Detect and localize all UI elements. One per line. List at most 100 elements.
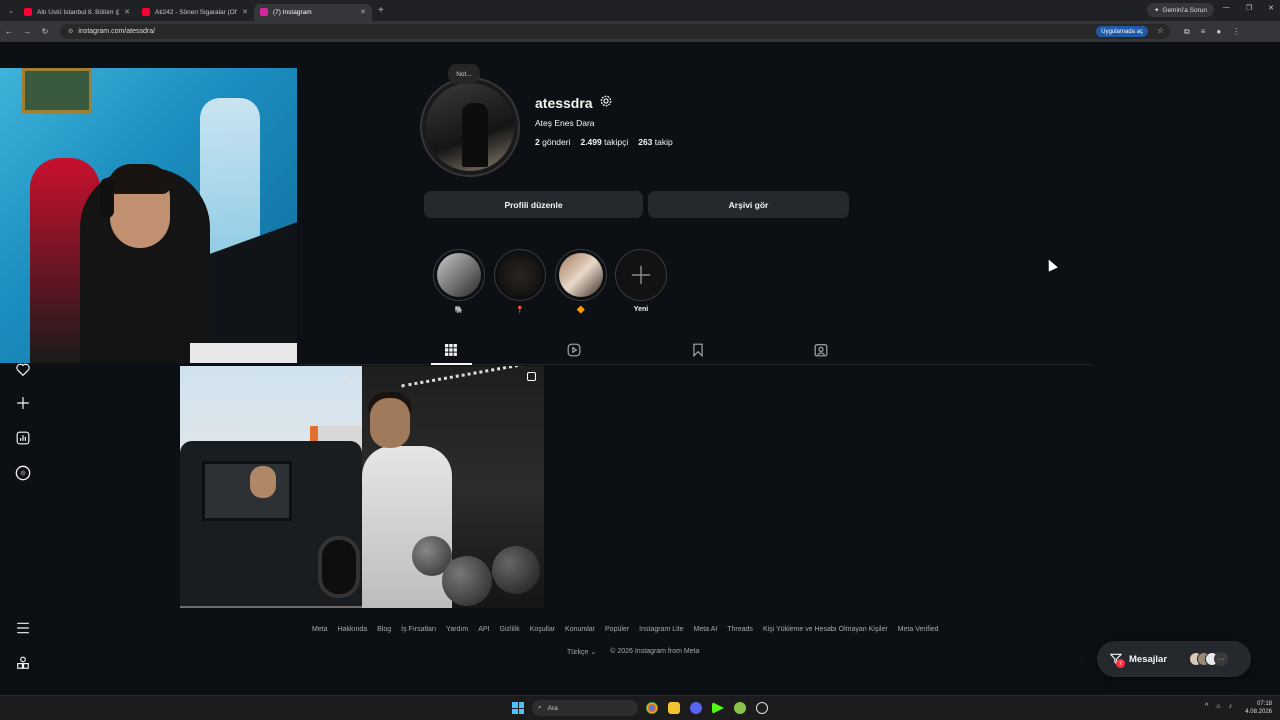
tab-search-icon[interactable]: ⌄ (4, 7, 18, 15)
profile-icon[interactable]: ● (1216, 27, 1221, 37)
system-tray: ^ ⌂ ♪ (1205, 703, 1232, 710)
tabs-divider (300, 364, 1092, 365)
reload-icon[interactable]: ↻ (36, 27, 54, 36)
post-string-lights (401, 366, 544, 405)
taskbar-clock[interactable]: 07:18 4.08.2026 (1245, 700, 1272, 716)
footer-link[interactable]: Instagram Lite (639, 626, 683, 633)
sidebar-icon[interactable]: ≡ (1201, 27, 1206, 37)
highlight-cover (559, 253, 603, 297)
tab-reels[interactable] (564, 340, 584, 360)
footer-link[interactable]: Meta Verified (898, 626, 939, 633)
app-icon[interactable] (734, 702, 746, 714)
volume-icon[interactable]: ♪ (1229, 703, 1233, 710)
story-highlight-2[interactable]: 📍 (494, 249, 546, 314)
window-controls: — ❐ ✕ (1223, 4, 1274, 12)
language-select[interactable]: Türkçe ⌄ (567, 648, 596, 656)
network-icon[interactable]: ⌂ (1216, 703, 1220, 710)
following-stat[interactable]: 263 takip (638, 137, 673, 147)
highlight-ring (615, 249, 667, 301)
story-highlight-3[interactable]: 🔶 (555, 249, 607, 314)
footer-link[interactable]: Hakkında (338, 626, 368, 633)
back-icon[interactable]: ← (0, 27, 18, 36)
profile-avatar-icon[interactable] (14, 464, 32, 482)
carousel-icon (345, 372, 354, 381)
footer-links: Meta Hakkında Blog İş Fırsatları Yardım … (312, 626, 939, 633)
discord-app-icon[interactable] (690, 702, 702, 714)
copyright-text: © 2026 Instagram from Meta (610, 648, 700, 655)
story-highlight-1[interactable]: 🐘 (433, 249, 485, 314)
address-bar[interactable]: ⚙ instagram.com/atessdra/ Uygulamada aç … (60, 24, 1170, 39)
chrome-app-icon[interactable] (646, 702, 658, 714)
tab-tagged[interactable] (811, 340, 831, 360)
following-label: takip (654, 137, 673, 147)
close-tab-icon[interactable]: ✕ (242, 8, 248, 16)
new-highlight-button[interactable]: Yeni (615, 249, 667, 313)
footer-link[interactable]: API (478, 626, 489, 633)
dashboard-chart-icon[interactable] (14, 429, 32, 447)
followers-stat[interactable]: 2.499 takipçi (580, 137, 628, 147)
browser-menu-icon[interactable]: ⋮ (1232, 27, 1240, 37)
extensions-icon[interactable]: ⧉ (1184, 27, 1190, 37)
app-icon[interactable] (756, 702, 768, 714)
profile-avatar[interactable] (420, 77, 520, 177)
forward-icon[interactable]: → (18, 27, 36, 36)
footer-link[interactable]: Meta AI (694, 626, 718, 633)
minimize-icon[interactable]: — (1223, 4, 1230, 12)
url-text: instagram.com/atessdra/ (78, 28, 156, 35)
footer-link[interactable]: Koşullar (530, 626, 555, 633)
posts-stat: 2 gönderi (535, 137, 570, 147)
tray-chevron-icon[interactable]: ^ (1205, 703, 1208, 710)
carousel-icon (527, 372, 536, 381)
restore-icon[interactable]: ❐ (1246, 4, 1252, 12)
footer-link[interactable]: Kişi Yükleme ve Hesabı Olmayan Kişiler (763, 626, 888, 633)
tab-saved[interactable] (688, 340, 708, 360)
windows-start-icon[interactable] (512, 702, 524, 714)
footer-link[interactable]: Gizlilik (500, 626, 520, 633)
tab-posts-grid[interactable] (441, 340, 461, 360)
highlight-ring (555, 249, 607, 301)
kick-app-icon[interactable] (712, 702, 724, 714)
settings-gear-icon[interactable] (599, 94, 613, 111)
open-in-app-button[interactable]: Uygulamada aç (1096, 26, 1148, 37)
post-thumbnail[interactable] (180, 366, 362, 608)
more-menu-icon[interactable] (14, 619, 32, 637)
browser-tab-3[interactable]: (7) Instagram ✕ (254, 3, 372, 21)
post-thumbnail[interactable] (362, 366, 544, 608)
browser-tab-2[interactable]: Ati242 - Sönen Sigaralar (Of ✕ (136, 4, 254, 21)
note-bubble[interactable]: Not... (448, 64, 480, 84)
taskbar-search[interactable]: ⌕ Ara (532, 700, 638, 716)
followers-count: 2.499 (580, 137, 602, 147)
also-from-meta-icon[interactable] (14, 654, 32, 672)
gemini-label: Gemini'a Sorun (1162, 6, 1207, 14)
footer-link[interactable]: Konumlar (565, 626, 595, 633)
browser-tab-1[interactable]: Altı Üstü İstanbul 8. Bölüm @ar ✕ (18, 4, 136, 21)
create-plus-icon[interactable] (14, 394, 32, 412)
site-info-icon[interactable]: ⚙ (68, 28, 73, 35)
plus-icon (631, 265, 651, 285)
close-tab-icon[interactable]: ✕ (124, 8, 130, 16)
notifications-heart-icon[interactable] (14, 360, 32, 378)
footer-link[interactable]: Popüler (605, 626, 629, 633)
footer-link[interactable]: Yardım (446, 626, 468, 633)
tab-title: (7) Instagram (273, 8, 312, 16)
profile-stats: 2 gönderi 2.499 takipçi 263 takip (535, 137, 673, 147)
bookmark-star-icon[interactable]: ☆ (1157, 26, 1164, 35)
close-window-icon[interactable]: ✕ (1268, 4, 1274, 12)
profile-photo-figure (462, 103, 488, 167)
following-count: 263 (638, 137, 653, 147)
tagged-user-icon (814, 344, 828, 357)
edit-profile-button[interactable]: Profili düzenle (424, 191, 643, 218)
gemini-button[interactable]: ✦ Gemini'a Sorun (1146, 3, 1214, 17)
highlight-cover (437, 253, 481, 297)
close-tab-icon[interactable]: ✕ (360, 8, 366, 16)
view-archive-button[interactable]: Arşivi gör (648, 191, 849, 218)
grid-icon (445, 344, 457, 356)
footer-link[interactable]: Threads (727, 626, 753, 633)
footer-link[interactable]: Blog (377, 626, 391, 633)
footer-link[interactable]: İş Fırsatları (401, 626, 436, 633)
tab-title: Ati242 - Sönen Sigaralar (Of (155, 8, 237, 16)
instagram-page: Not... atessdra Ateş Enes Dara 2 gönderi… (0, 42, 1280, 695)
new-tab-icon[interactable]: + (378, 5, 384, 16)
file-explorer-icon[interactable] (668, 702, 680, 714)
footer-link[interactable]: Meta (312, 626, 328, 633)
